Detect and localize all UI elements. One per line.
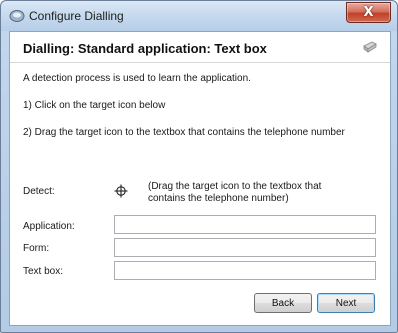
- form-label: Form:: [23, 243, 50, 254]
- step-2-text: 2) Drag the target icon to the textbox t…: [23, 127, 345, 138]
- back-button[interactable]: Back: [254, 293, 312, 313]
- back-button-label: Back: [271, 297, 295, 309]
- close-icon: X: [363, 5, 374, 20]
- textbox-label: Text box:: [23, 266, 64, 277]
- textbox-field[interactable]: [114, 261, 376, 280]
- form-field[interactable]: [114, 238, 376, 257]
- title-bar[interactable]: Configure Dialling X: [1, 1, 397, 31]
- detect-hint-line-1: (Drag the target icon to the textbox tha…: [148, 181, 322, 192]
- detect-hint-line-2: contains the telephone number): [148, 193, 289, 204]
- page-title: Dialling: Standard application: Text box: [23, 41, 267, 56]
- dialog-window: Configure Dialling X Dialling: Standard …: [0, 0, 398, 333]
- app-icon: [9, 10, 25, 22]
- wizard-header: Dialling: Standard application: Text box: [10, 32, 390, 63]
- detect-label: Detect:: [23, 186, 55, 197]
- application-field[interactable]: [114, 215, 376, 234]
- dialog-client-area: Dialling: Standard application: Text box…: [9, 31, 391, 326]
- intro-text: A detection process is used to learn the…: [23, 73, 251, 84]
- wizard-icon: [363, 41, 377, 53]
- application-label: Application:: [23, 221, 75, 232]
- window-title: Configure Dialling: [29, 9, 124, 23]
- step-1-text: 1) Click on the target icon below: [23, 100, 166, 111]
- next-button[interactable]: Next: [317, 293, 375, 313]
- close-button[interactable]: X: [346, 2, 391, 23]
- crosshair-target-icon[interactable]: [114, 184, 128, 198]
- next-button-label: Next: [335, 297, 357, 309]
